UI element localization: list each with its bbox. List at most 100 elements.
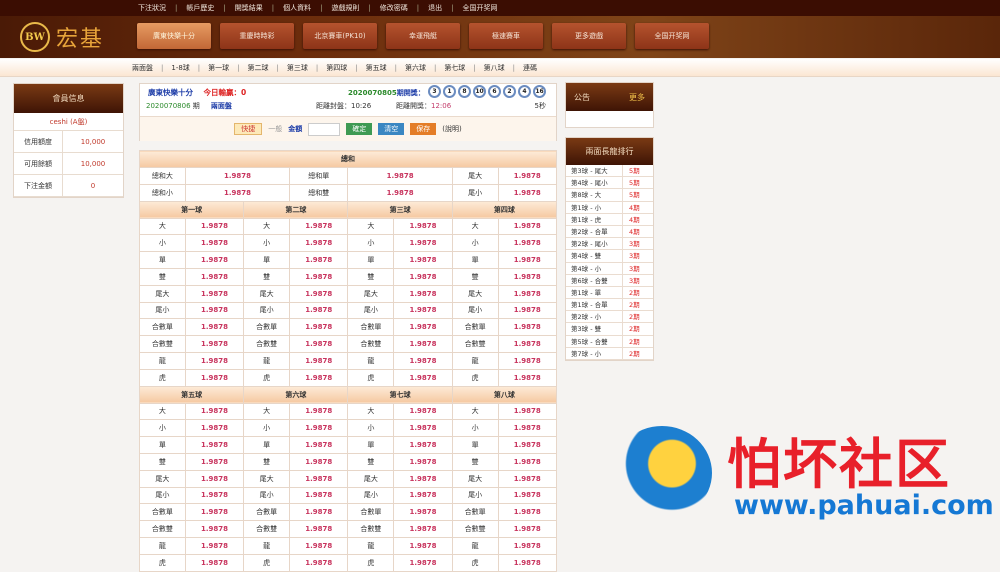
odds-cell[interactable]: 1.9878	[184, 351, 245, 370]
subnav-item[interactable]: 第七球	[444, 63, 465, 73]
odds-cell[interactable]: 1.9878	[289, 486, 349, 505]
top-link[interactable]: 遊戲規則	[331, 3, 359, 13]
help-link[interactable]: (說明)	[442, 124, 461, 134]
odds-cell[interactable]: 1.9878	[497, 318, 558, 337]
odds-cell[interactable]: 1.9878	[289, 234, 349, 253]
odds-cell[interactable]: 1.9878	[393, 469, 453, 488]
odds-cell[interactable]: 1.9878	[497, 251, 558, 269]
odds-cell[interactable]: 1.9878	[289, 284, 349, 303]
odds-cell[interactable]: 1.9878	[289, 419, 349, 438]
odds-cell[interactable]: 1.9878	[184, 419, 245, 438]
odds-cell[interactable]: 1.9878	[497, 217, 558, 236]
subnav-item[interactable]: 第一球	[208, 63, 229, 73]
nav-tab[interactable]: 重慶時時彩	[220, 23, 294, 49]
subnav-item[interactable]: 第四球	[326, 63, 347, 73]
odds-cell[interactable]: 1.9878	[497, 234, 558, 253]
subnav-item[interactable]: 1-8球	[171, 63, 189, 73]
odds-cell[interactable]: 1.9878	[497, 486, 558, 505]
odds-cell[interactable]: 1.9878	[497, 419, 558, 438]
odds-cell[interactable]: 1.9878	[497, 503, 558, 522]
odds-cell[interactable]: 1.9878	[184, 217, 245, 236]
odds-cell[interactable]: 1.9878	[289, 469, 349, 488]
odds-cell[interactable]: 1.9878	[289, 267, 349, 286]
clear-button[interactable]: 清空	[378, 123, 405, 135]
odds-cell[interactable]: 1.9878	[497, 520, 558, 538]
odds-cell[interactable]: 1.9878	[393, 402, 453, 421]
amount-input[interactable]	[308, 122, 341, 136]
odds-cell[interactable]: 1.9878	[184, 183, 291, 202]
subnav-item[interactable]: 連碼	[523, 63, 537, 73]
odds-cell[interactable]: 1.9878	[497, 335, 558, 353]
odds-cell[interactable]: 1.9878	[497, 553, 558, 572]
top-link[interactable]: 修改密碼	[380, 3, 408, 13]
odds-cell[interactable]: 1.9878	[289, 318, 349, 337]
odds-cell[interactable]: 1.9878	[289, 436, 349, 454]
odds-cell[interactable]: 1.9878	[393, 486, 453, 505]
odds-cell[interactable]: 1.9878	[497, 267, 558, 286]
nav-tab[interactable]: 極速賽車	[469, 23, 543, 49]
odds-cell[interactable]: 1.9878	[393, 284, 453, 303]
odds-cell[interactable]: 1.9878	[289, 503, 349, 522]
odds-cell[interactable]: 1.9878	[184, 318, 245, 337]
odds-cell[interactable]: 1.9878	[497, 167, 558, 185]
odds-cell[interactable]: 1.9878	[184, 167, 291, 185]
odds-cell[interactable]: 1.9878	[184, 251, 245, 269]
save-button[interactable]: 保存	[410, 123, 437, 135]
odds-cell[interactable]: 1.9878	[184, 436, 245, 454]
odds-cell[interactable]: 1.9878	[184, 553, 245, 572]
odds-cell[interactable]: 1.9878	[393, 335, 453, 353]
subnav-item[interactable]: 第八球	[484, 63, 505, 73]
odds-cell[interactable]: 1.9878	[393, 419, 453, 438]
subnav-item[interactable]: 第五球	[366, 63, 387, 73]
nav-tab[interactable]: 廣東快樂十分	[137, 23, 211, 49]
top-link[interactable]: 開獎結果	[235, 3, 263, 13]
odds-cell[interactable]: 1.9878	[393, 318, 453, 337]
odds-cell[interactable]: 1.9878	[184, 486, 245, 505]
subnav-item[interactable]: 第六球	[405, 63, 426, 73]
odds-cell[interactable]: 1.9878	[497, 301, 558, 320]
odds-cell[interactable]: 1.9878	[289, 553, 349, 572]
odds-cell[interactable]: 1.9878	[184, 452, 245, 471]
odds-cell[interactable]: 1.9878	[393, 217, 453, 236]
odds-cell[interactable]: 1.9878	[497, 469, 558, 488]
odds-cell[interactable]: 1.9878	[184, 469, 245, 488]
odds-cell[interactable]: 1.9878	[289, 368, 349, 387]
odds-cell[interactable]: 1.9878	[184, 368, 245, 387]
odds-cell[interactable]: 1.9878	[497, 452, 558, 471]
odds-cell[interactable]: 1.9878	[497, 536, 558, 555]
notice-more-link[interactable]: 更多	[629, 92, 645, 103]
odds-cell[interactable]: 1.9878	[347, 183, 453, 202]
odds-cell[interactable]: 1.9878	[497, 402, 558, 421]
top-link[interactable]: 帳戶歷史	[186, 3, 214, 13]
subnav-item[interactable]: 兩面盤	[132, 63, 153, 73]
odds-cell[interactable]: 1.9878	[497, 368, 558, 387]
odds-cell[interactable]: 1.9878	[184, 536, 245, 555]
odds-cell[interactable]: 1.9878	[497, 284, 558, 303]
odds-cell[interactable]: 1.9878	[289, 251, 349, 269]
odds-cell[interactable]: 1.9878	[393, 251, 453, 269]
odds-cell[interactable]: 1.9878	[289, 402, 349, 421]
nav-tab[interactable]: 北京賽車(PK10)	[303, 23, 377, 49]
odds-cell[interactable]: 1.9878	[184, 284, 245, 303]
top-link[interactable]: 退出	[428, 3, 442, 13]
normal-mode-button[interactable]: 一般	[268, 124, 282, 134]
odds-cell[interactable]: 1.9878	[184, 520, 245, 538]
confirm-button[interactable]: 確定	[346, 123, 373, 135]
odds-cell[interactable]: 1.9878	[184, 335, 245, 353]
nav-tab[interactable]: 幸運飛艇	[386, 23, 460, 49]
subnav-item[interactable]: 第三球	[287, 63, 308, 73]
odds-cell[interactable]: 1.9878	[184, 267, 245, 286]
nav-tab[interactable]: 全国开奖网	[635, 23, 709, 49]
odds-cell[interactable]: 1.9878	[289, 335, 349, 353]
odds-cell[interactable]: 1.9878	[289, 217, 349, 236]
odds-cell[interactable]: 1.9878	[289, 351, 349, 370]
top-link[interactable]: 個人資料	[283, 3, 311, 13]
odds-cell[interactable]: 1.9878	[393, 536, 453, 555]
odds-cell[interactable]: 1.9878	[393, 436, 453, 454]
odds-cell[interactable]: 1.9878	[289, 452, 349, 471]
odds-cell[interactable]: 1.9878	[393, 452, 453, 471]
top-link[interactable]: 下注狀況	[138, 3, 166, 13]
odds-cell[interactable]: 1.9878	[184, 402, 245, 421]
odds-cell[interactable]: 1.9878	[184, 234, 245, 253]
odds-cell[interactable]: 1.9878	[184, 503, 245, 522]
